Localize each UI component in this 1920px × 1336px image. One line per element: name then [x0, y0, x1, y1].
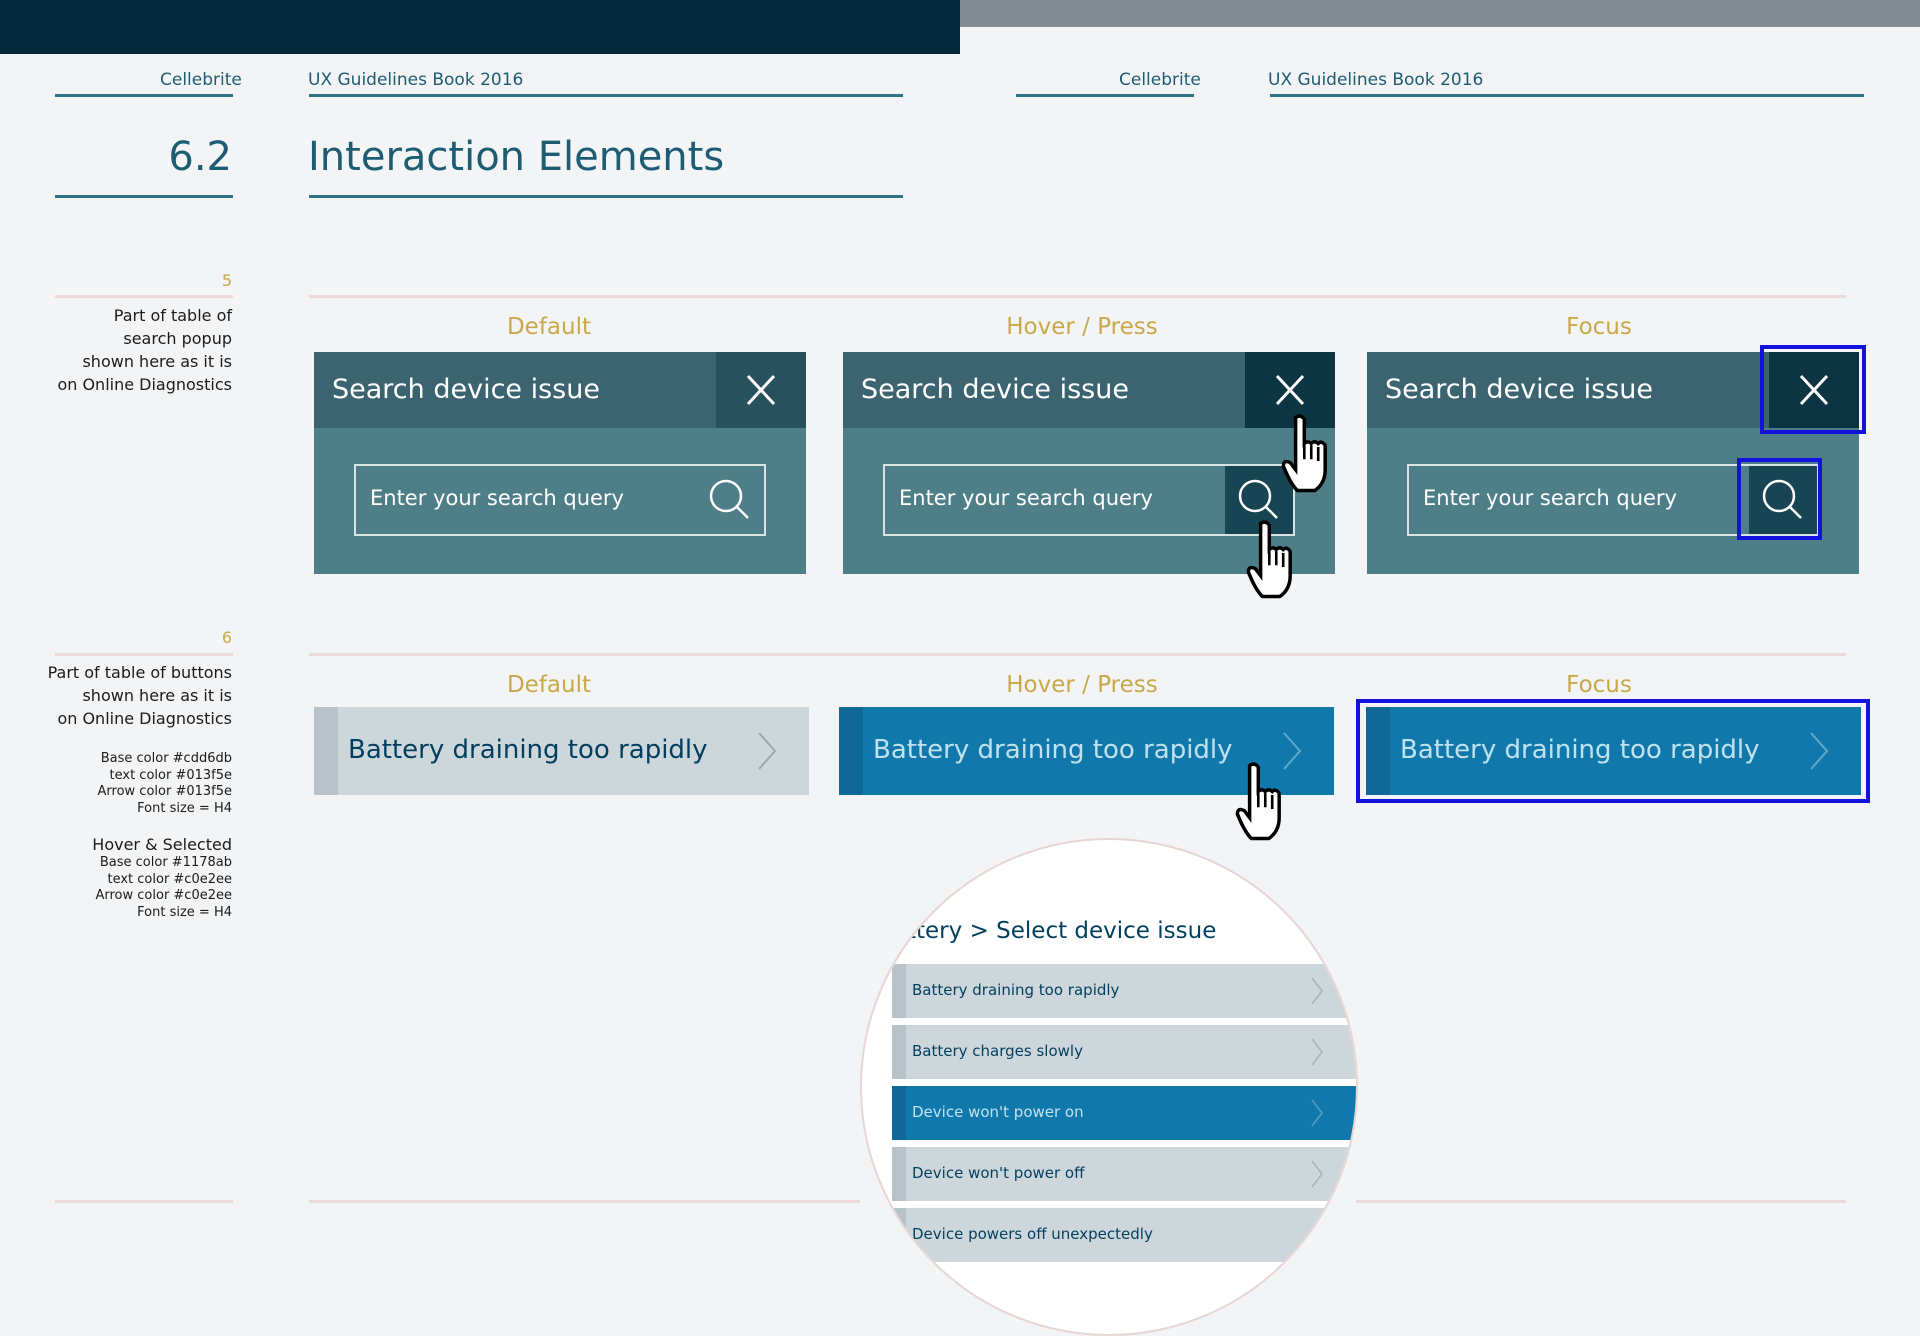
focus-ring: [1760, 345, 1866, 434]
note-description: Part of table of search popup shown here…: [57, 306, 232, 394]
popup-header: Search device issue: [843, 352, 1335, 428]
magnifier-lens: ttery > Select device issue Battery drai…: [860, 838, 1358, 1336]
list-item-label: Device won't power off: [912, 1164, 1085, 1182]
chevron-right-icon: [1310, 1098, 1324, 1132]
list-item-label: Device powers off unexpectedly: [912, 1225, 1153, 1243]
section-rule: [309, 295, 1846, 298]
chevron-right-icon: [1310, 1159, 1324, 1193]
section-number: 6.2: [168, 134, 232, 180]
search-placeholder: Enter your search query: [899, 486, 1153, 510]
search-icon: [709, 479, 749, 519]
search-placeholder: Enter your search query: [1423, 486, 1677, 510]
breadcrumb: ttery > Select device issue: [907, 918, 1217, 944]
header-rule: [1016, 94, 1194, 97]
list-item[interactable]: Battery charges slowly: [892, 1025, 1356, 1079]
popup-header: Search device issue: [314, 352, 806, 428]
search-placeholder: Enter your search query: [370, 486, 624, 510]
hand-pointer-icon: [1278, 414, 1348, 494]
state-label-default: Default: [506, 672, 592, 698]
state-label-default: Default: [506, 314, 592, 340]
section-rule: [309, 653, 1846, 656]
section-title: Interaction Elements: [308, 134, 725, 180]
header-rule: [309, 94, 903, 97]
chevron-right-icon: [1310, 1037, 1324, 1071]
hand-pointer-icon: [1243, 520, 1313, 600]
list-button-accent: [839, 707, 863, 795]
search-button[interactable]: [696, 466, 764, 534]
close-icon: [746, 374, 776, 406]
header-rule: [1270, 94, 1864, 97]
state-label-focus: Focus: [1566, 672, 1632, 698]
chevron-right-icon: [755, 729, 779, 777]
header-book-left: UX Guidelines Book 2016: [308, 70, 524, 90]
row-accent: [892, 1147, 906, 1201]
note-rule: [55, 653, 233, 656]
state-label-focus: Focus: [1566, 314, 1632, 340]
list-item[interactable]: Device powers off unexpectedly: [892, 1208, 1356, 1262]
list-item-label: Battery draining too rapidly: [912, 981, 1120, 999]
header-book-right: UX Guidelines Book 2016: [1268, 70, 1484, 90]
spec-default: Base color #cdd6db text color #013f5e Ar…: [97, 751, 232, 816]
popup-title: Search device issue: [1385, 374, 1653, 405]
row-accent: [892, 1025, 906, 1079]
footer-rule: [309, 1200, 860, 1203]
note-number: 6: [221, 628, 232, 647]
title-rule: [55, 195, 233, 198]
footer-rule: [1356, 1200, 1846, 1203]
list-button-accent: [314, 707, 338, 795]
close-button[interactable]: [716, 352, 806, 428]
state-label-hover: Hover / Press: [1006, 672, 1158, 698]
list-item-label: Battery charges slowly: [912, 1042, 1083, 1060]
chevron-right-icon: [1310, 976, 1324, 1010]
list-item[interactable]: Device won't power off: [892, 1147, 1356, 1201]
focus-ring: [1356, 699, 1870, 803]
spec-hover: Hover & Selected Base color #1178ab text…: [92, 835, 232, 920]
list-item-label: Device won't power on: [912, 1103, 1084, 1121]
focus-ring: [1737, 458, 1822, 540]
row-accent: [892, 1208, 906, 1262]
list-button-label: Battery draining too rapidly: [873, 735, 1233, 765]
footer-rule: [55, 1200, 233, 1203]
header-brand-right: Cellebrite: [1119, 70, 1201, 90]
list-button-label: Battery draining too rapidly: [348, 735, 708, 765]
note-number: 5: [221, 271, 232, 290]
list-item[interactable]: Battery draining too rapidly: [892, 964, 1356, 1018]
note-rule: [55, 295, 233, 298]
list-button-default[interactable]: Battery draining too rapidly: [314, 707, 809, 795]
state-label-hover: Hover / Press: [1006, 314, 1158, 340]
note-description: Part of table of buttons shown here as i…: [47, 663, 232, 728]
title-rule: [309, 195, 903, 198]
header-rule: [55, 94, 233, 97]
popup-title: Search device issue: [332, 374, 600, 405]
search-input[interactable]: Enter your search query: [354, 464, 766, 536]
popup-title: Search device issue: [861, 374, 1129, 405]
header-brand-left: Cellebrite: [160, 70, 242, 90]
search-popup-default: Search device issue Enter your search qu…: [314, 352, 806, 574]
hand-pointer-icon: [1232, 762, 1302, 842]
row-accent: [892, 964, 906, 1018]
search-input[interactable]: Enter your search query: [883, 464, 1295, 536]
list-item-selected[interactable]: Device won't power on: [892, 1086, 1356, 1140]
row-accent: [892, 1086, 906, 1140]
top-bar-left: [0, 0, 960, 54]
top-bar-right: [960, 0, 1920, 27]
